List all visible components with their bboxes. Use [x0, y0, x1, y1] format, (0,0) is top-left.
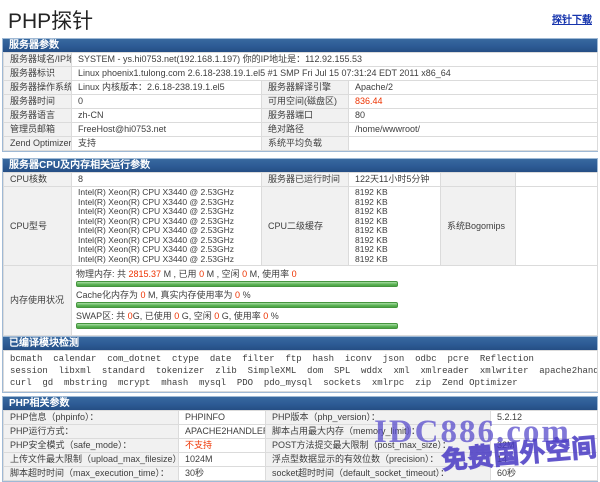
- value-cell: 60秒: [491, 467, 598, 481]
- value-cell: 122天11小时5分钟: [349, 173, 441, 187]
- page-title: PHP探针: [8, 5, 93, 35]
- value-cell: 1024M: [179, 453, 266, 467]
- table-row: 服务器标识Linux phoenix1.tulong.com 2.6.18-23…: [4, 67, 598, 81]
- table-row: PHP信息（phpinfo）：PHPINFOPHP版本（php_version）…: [4, 411, 598, 425]
- label-cell: Zend Optimizer: [4, 137, 72, 151]
- memory-usage-bar: [76, 281, 398, 287]
- value-cell: [516, 173, 598, 187]
- memory-usage-text: 物理内存: 共 2815.37 M , 已用 0 M , 空闲 0 M, 使用率…: [76, 269, 595, 280]
- table-row: Zend Optimizer支持系统平均负载: [4, 137, 598, 151]
- label-cell: PHP版本（php_version）：: [266, 411, 491, 425]
- table-row: 服务器时间0可用空间(磁盘区)836.44: [4, 95, 598, 109]
- compiled-modules-header: 已编译模块检测: [3, 337, 597, 350]
- label-cell: 服务器解译引擎: [262, 81, 349, 95]
- compiled-modules-section: 已编译模块检测bcmath calendar com_dotnet ctype …: [2, 336, 598, 393]
- php-probe-page: PHP探针 探针下载 服务器参数服务器域名/IP地址SYSTEM - ys.hi…: [0, 0, 600, 482]
- memory-usage-bar: [76, 323, 398, 329]
- table-row: 服务器语言zh-CN服务器端口80: [4, 109, 598, 123]
- value-cell: 30秒: [179, 467, 266, 481]
- table-row: 上传文件最大限制（upload_max_filesize）：1024M浮点型数据…: [4, 453, 598, 467]
- value-cell: SYSTEM - ys.hi0753.net(192.168.1.197) 你的…: [72, 53, 598, 67]
- memory-usage-bar: [76, 302, 398, 308]
- value-cell: Intel(R) Xeon(R) CPU X3440 @ 2.53GHzInte…: [72, 187, 262, 266]
- php-params-header: PHP相关参数: [3, 397, 597, 410]
- label-cell: 可用空间(磁盘区): [262, 95, 349, 109]
- cpu-memory-params-table: CPU核数8服务器已运行时间122天11小时5分钟CPU型号Intel(R) X…: [3, 172, 598, 336]
- value-cell: Apache/2: [349, 81, 598, 95]
- table-row: 脚本超时时间（max_execution_time）：30秒socket超时时间…: [4, 467, 598, 481]
- value-cell: 8: [72, 173, 262, 187]
- label-cell: 服务器标识: [4, 67, 72, 81]
- table-row: CPU核数8服务器已运行时间122天11小时5分钟: [4, 173, 598, 187]
- cpu-memory-params-header: 服务器CPU及内存相关运行参数: [3, 159, 597, 172]
- label-cell: 服务器操作系统: [4, 81, 72, 95]
- value-cell: zh-CN: [72, 109, 262, 123]
- label-cell: POST方法提交最大限制（post_max_size）：: [266, 439, 491, 453]
- table-row: bcmath calendar com_dotnet ctype date fi…: [4, 351, 598, 392]
- memory-usage-text: SWAP区: 共 0G, 已使用 0 G, 空闲 0 G, 使用率 0 %: [76, 311, 595, 322]
- label-cell: PHP信息（phpinfo）：: [4, 411, 179, 425]
- value-cell: FreeHost@hi0753.net: [72, 123, 262, 137]
- phpinfo-link[interactable]: PHPINFO: [179, 411, 266, 425]
- server-params-table: 服务器域名/IP地址SYSTEM - ys.hi0753.net(192.168…: [3, 52, 598, 151]
- value-cell: 物理内存: 共 2815.37 M , 已用 0 M , 空闲 0 M, 使用率…: [72, 266, 598, 336]
- cpu-memory-params-section: 服务器CPU及内存相关运行参数CPU核数8服务器已运行时间122天11小时5分钟…: [2, 158, 598, 337]
- memory-usage-text: Cache化内存为 0 M, 真实内存使用率为 0 %: [76, 290, 595, 301]
- table-row: 服务器域名/IP地址SYSTEM - ys.hi0753.net(192.168…: [4, 53, 598, 67]
- table-row: PHP安全模式（safe_mode）：不支持POST方法提交最大限制（post_…: [4, 439, 598, 453]
- label-cell: CPU二级缓存: [262, 187, 349, 266]
- value-cell: APACHE2HANDLER: [179, 425, 266, 439]
- value-cell: bcmath calendar com_dotnet ctype date fi…: [4, 351, 598, 392]
- label-cell: 管理员邮箱: [4, 123, 72, 137]
- label-cell: [441, 173, 516, 187]
- value-cell: [491, 425, 598, 439]
- table-row: 管理员邮箱FreeHost@hi0753.net绝对路径/home/wwwroo…: [4, 123, 598, 137]
- label-cell: socket超时时间（default_socket_timeout）：: [266, 467, 491, 481]
- value-cell: 5.2.12: [491, 411, 598, 425]
- label-cell: PHP安全模式（safe_mode）：: [4, 439, 179, 453]
- value-cell: 支持: [72, 137, 262, 151]
- value-cell: 0: [72, 95, 262, 109]
- table-row: CPU型号Intel(R) Xeon(R) CPU X3440 @ 2.53GH…: [4, 187, 598, 266]
- label-cell: CPU核数: [4, 173, 72, 187]
- label-cell: 内存使用状况: [4, 266, 72, 336]
- value-cell: 8192 KB8192 KB8192 KB8192 KB8192 KB8192 …: [349, 187, 441, 266]
- table-row: PHP运行方式：APACHE2HANDLER脚本占用最大内存（memory_li…: [4, 425, 598, 439]
- value-cell: [516, 187, 598, 266]
- value-cell: 836.44: [349, 95, 598, 109]
- label-cell: 上传文件最大限制（upload_max_filesize）：: [4, 453, 179, 467]
- value-cell: 32M: [491, 439, 598, 453]
- value-cell: Linux phoenix1.tulong.com 2.6.18-238.19.…: [72, 67, 598, 81]
- value-cell: 不支持: [179, 439, 266, 453]
- value-cell: 80: [349, 109, 598, 123]
- table-row: 服务器操作系统Linux 内核版本：2.6.18-238.19.1.el5服务器…: [4, 81, 598, 95]
- label-cell: 浮点型数据显示的有效位数（precision）：: [266, 453, 491, 467]
- label-cell: PHP运行方式：: [4, 425, 179, 439]
- label-cell: CPU型号: [4, 187, 72, 266]
- label-cell: 系统平均负载: [262, 137, 349, 151]
- php-params-table: PHP信息（phpinfo）：PHPINFOPHP版本（php_version）…: [3, 410, 598, 481]
- label-cell: 服务器已运行时间: [262, 173, 349, 187]
- compiled-modules-table: bcmath calendar com_dotnet ctype date fi…: [3, 350, 598, 392]
- label-cell: 服务器语言: [4, 109, 72, 123]
- value-cell: 14: [491, 453, 598, 467]
- label-cell: 服务器域名/IP地址: [4, 53, 72, 67]
- server-params-section: 服务器参数服务器域名/IP地址SYSTEM - ys.hi0753.net(19…: [2, 38, 598, 152]
- label-cell: 脚本占用最大内存（memory_limit）：: [266, 425, 491, 439]
- table-row: 内存使用状况物理内存: 共 2815.37 M , 已用 0 M , 空闲 0 …: [4, 266, 598, 336]
- label-cell: 脚本超时时间（max_execution_time）：: [4, 467, 179, 481]
- server-params-header: 服务器参数: [3, 39, 597, 52]
- probe-download-link[interactable]: 探针下载: [552, 11, 592, 26]
- label-cell: 系统Bogomips: [441, 187, 516, 266]
- label-cell: 服务器时间: [4, 95, 72, 109]
- value-cell: Linux 内核版本：2.6.18-238.19.1.el5: [72, 81, 262, 95]
- label-cell: 绝对路径: [262, 123, 349, 137]
- php-params-section: PHP相关参数PHP信息（phpinfo）：PHPINFOPHP版本（php_v…: [2, 396, 598, 482]
- value-cell: /home/wwwroot/: [349, 123, 598, 137]
- value-cell: [349, 137, 598, 151]
- label-cell: 服务器端口: [262, 109, 349, 123]
